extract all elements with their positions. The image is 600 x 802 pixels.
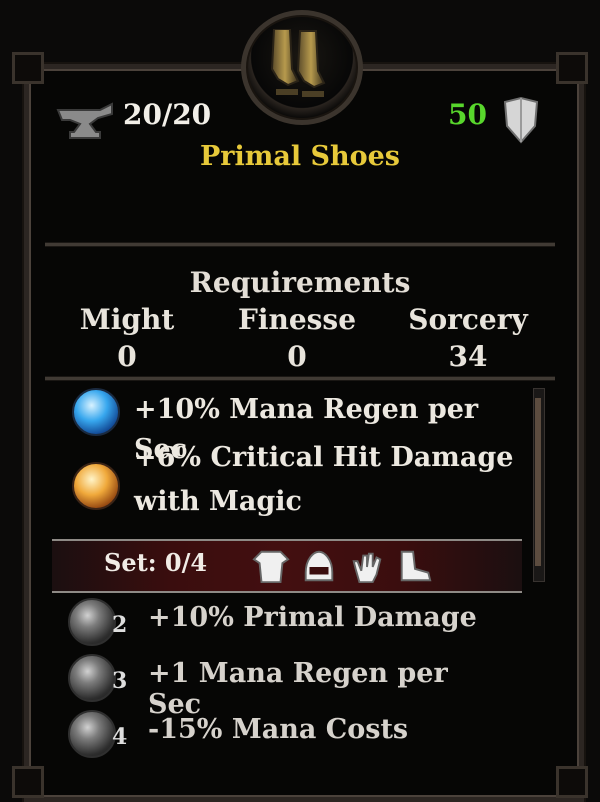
- set-progress: Set: 0/4: [104, 548, 208, 577]
- affix-text-line2: with Magic: [134, 486, 302, 517]
- shield-icon: [503, 96, 539, 144]
- frame-corner: [12, 766, 44, 798]
- set-bonus-row: 2 +10% Primal Damage: [64, 596, 504, 646]
- req-might-label: Might: [79, 303, 175, 336]
- req-sorcery-value: 34: [448, 340, 488, 373]
- req-finesse-value: 0: [287, 340, 307, 373]
- blue-orb-icon: [72, 388, 120, 436]
- req-might-value: 0: [117, 340, 137, 373]
- item-name: Primal Shoes: [199, 141, 401, 172]
- frame-corner: [556, 766, 588, 798]
- set-bonus-text: -15% Mana Costs: [148, 714, 409, 745]
- affix-row: +6% Critical Hit Damage with Magic: [72, 442, 540, 530]
- set-bonus-text: +10% Primal Damage: [148, 602, 477, 633]
- req-sorcery-label: Sorcery: [408, 303, 528, 336]
- requirements-title: Requirements: [189, 266, 411, 299]
- set-bonus-orb-icon: [68, 654, 116, 702]
- set-bonus-count: 3: [112, 668, 128, 694]
- durability-value: 20/20: [123, 98, 212, 131]
- boots-icon: [270, 29, 326, 97]
- divider: [45, 242, 555, 247]
- req-finesse-label: Finesse: [237, 303, 357, 336]
- frame-corner: [12, 52, 44, 84]
- orange-orb-icon: [72, 462, 120, 510]
- helmet-icon: [304, 550, 334, 582]
- glove-icon: [352, 552, 382, 583]
- set-bar: Set: 0/4: [52, 539, 522, 593]
- divider: [45, 376, 555, 381]
- set-bonus-orb-icon: [68, 710, 116, 758]
- affix-text-line1: +6% Critical Hit Damage: [134, 442, 514, 473]
- frame-corner: [556, 52, 588, 84]
- set-bonus-count: 4: [112, 724, 128, 750]
- set-bonus-row: 4 -15% Mana Costs: [64, 708, 504, 758]
- set-bonus-count: 2: [112, 612, 128, 638]
- item-stats-row: 20/20 50: [0, 96, 600, 144]
- boot-icon: [400, 550, 432, 582]
- set-bonus-orb-icon: [68, 598, 116, 646]
- anvil-icon: [56, 102, 113, 139]
- armor-value: 50: [448, 98, 487, 131]
- chest-armor-icon: [252, 550, 290, 583]
- set-bonus-row: 3 +1 Mana Regen per Sec: [64, 652, 504, 720]
